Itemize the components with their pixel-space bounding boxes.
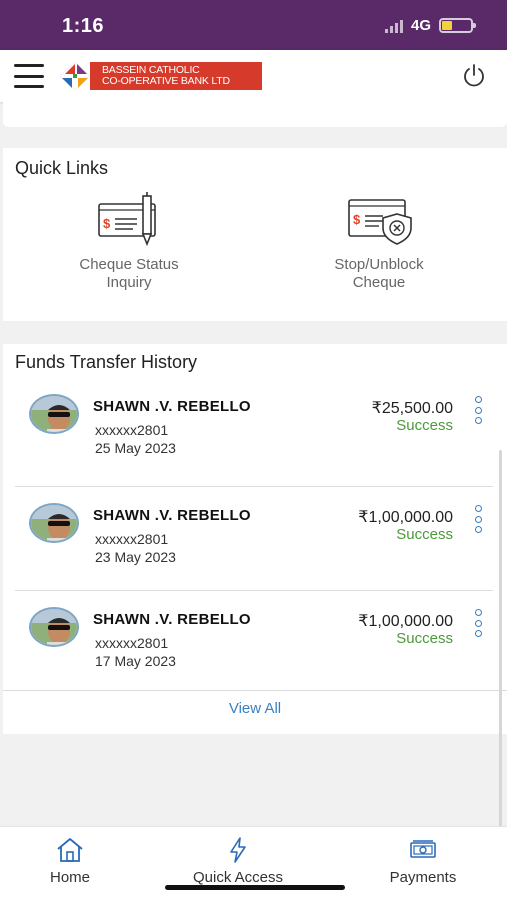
row-divider — [3, 690, 507, 691]
transaction-amount: ₹1,00,000.00 — [358, 613, 453, 630]
avatar[interactable] — [29, 503, 79, 543]
bank-name: BASSEIN CATHOLIC CO-OPERATIVE BANK LTD — [90, 62, 262, 90]
avatar[interactable] — [29, 394, 79, 434]
cash-icon — [410, 840, 436, 858]
avatar-photo — [31, 505, 77, 541]
quick-link-stop-unblock-cheque[interactable]: $ Stop/Unblock Cheque — [299, 192, 459, 292]
cheque-pen-icon: $ — [98, 192, 156, 247]
nav-home[interactable]: Home — [42, 837, 98, 887]
avatar-photo — [31, 609, 77, 645]
transaction-payee-name: SHAWN .V. REBELLO — [93, 507, 251, 524]
quick-link-cheque-status[interactable]: $ Cheque Status Inquiry — [49, 192, 209, 292]
transaction-row[interactable]: SHAWN .V. REBELLO xxxxxx2801 17 May 2023… — [3, 607, 493, 707]
nav-payments[interactable]: Payments — [378, 837, 468, 887]
hamburger-icon[interactable] — [14, 64, 44, 88]
transaction-payee-name: SHAWN .V. REBELLO — [93, 611, 251, 628]
transaction-row[interactable]: SHAWN .V. REBELLO xxxxxx2801 23 May 2023… — [3, 503, 493, 603]
transaction-amount: ₹1,00,000.00 — [358, 509, 453, 526]
transaction-row[interactable]: SHAWN .V. REBELLO xxxxxx2801 25 May 2023… — [3, 394, 493, 494]
nav-quick-access-label: Quick Access — [192, 869, 284, 886]
quick-link-line1: Stop/Unblock — [334, 256, 424, 273]
view-all-link[interactable]: View All — [3, 700, 507, 717]
transaction-account: xxxxxx2801 — [95, 635, 169, 651]
transaction-account: xxxxxx2801 — [95, 422, 169, 438]
transaction-status: Success — [396, 417, 453, 434]
quick-link-line2: Cheque — [352, 274, 406, 291]
nav-quick-access[interactable]: Quick Access — [180, 837, 296, 887]
quick-link-cheque-status-label: Cheque Status Inquiry — [49, 256, 209, 292]
battery-level — [442, 21, 452, 30]
lightning-icon — [230, 837, 246, 863]
battery-icon — [439, 18, 476, 33]
svg-text:$: $ — [353, 212, 361, 227]
transaction-amount: ₹25,500.00 — [371, 400, 453, 417]
nav-home-label: Home — [49, 869, 90, 886]
status-time: 1:16 — [62, 15, 105, 37]
more-options-icon[interactable] — [471, 396, 485, 424]
bank-name-line2: CO-OPERATIVE BANK LTD — [102, 75, 230, 87]
power-icon[interactable] — [461, 63, 487, 89]
home-indicator — [165, 885, 345, 890]
bank-logo: BASSEIN CATHOLIC CO-OPERATIVE BANK LTD — [58, 60, 262, 92]
more-options-icon[interactable] — [471, 505, 485, 533]
signal-icon — [384, 19, 403, 33]
quick-links-card: Quick Links $ Cheque Status Inquiry $ St… — [3, 148, 507, 321]
quick-link-line2: Inquiry — [106, 274, 152, 291]
funds-transfer-history-card: Funds Transfer History SHAWN .V. REBELLO… — [3, 344, 507, 734]
nav-payments-label: Payments — [389, 869, 457, 886]
network-type: 4G — [410, 17, 431, 34]
home-icon — [57, 838, 83, 862]
app-header: BASSEIN CATHOLIC CO-OPERATIVE BANK LTD — [0, 50, 507, 102]
status-bar: 1:16 4G — [0, 0, 507, 50]
transaction-date: 25 May 2023 — [95, 440, 176, 456]
more-options-icon[interactable] — [471, 609, 485, 637]
quick-links-title: Quick Links — [15, 158, 109, 178]
cheque-block-icon: $ — [348, 199, 412, 245]
transaction-account: xxxxxx2801 — [95, 531, 169, 547]
quick-link-line1: Cheque Status — [79, 256, 179, 273]
transaction-status: Success — [396, 526, 453, 543]
funds-transfer-history-title: Funds Transfer History — [15, 352, 198, 372]
avatar-photo — [31, 396, 77, 432]
bank-emblem-icon — [59, 61, 91, 91]
transaction-date: 17 May 2023 — [95, 653, 176, 669]
avatar[interactable] — [29, 607, 79, 647]
row-divider — [15, 590, 493, 591]
status-indicators: 4G — [384, 17, 476, 34]
row-divider — [15, 486, 493, 487]
transaction-status: Success — [396, 630, 453, 647]
quick-link-stop-unblock-label: Stop/Unblock Cheque — [299, 256, 459, 292]
account-summary-card — [3, 102, 507, 127]
transaction-date: 23 May 2023 — [95, 549, 176, 565]
svg-text:$: $ — [103, 216, 111, 231]
transaction-payee-name: SHAWN .V. REBELLO — [93, 398, 251, 415]
